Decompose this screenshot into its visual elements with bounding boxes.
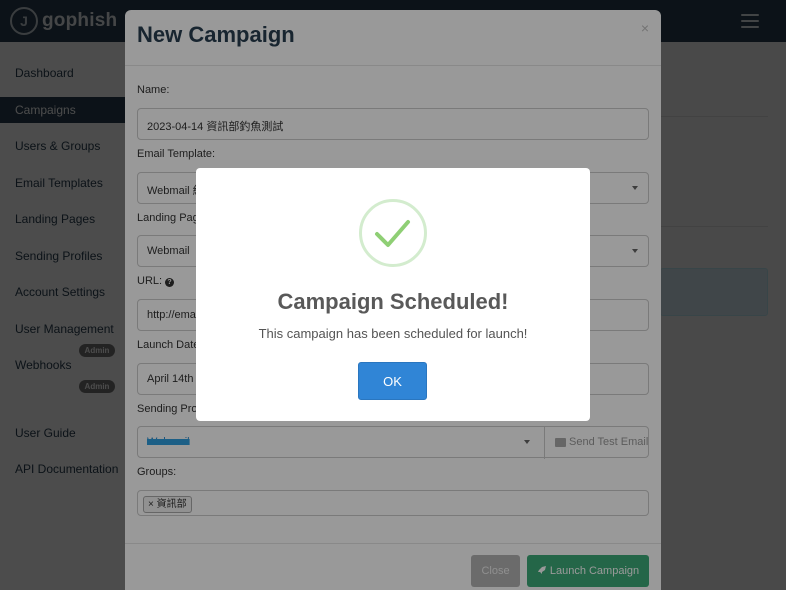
alert-text: This campaign has been scheduled for lau…	[258, 326, 528, 341]
alert-title: Campaign Scheduled!	[277, 289, 509, 314]
ok-button[interactable]: OK	[358, 362, 427, 400]
success-check-icon	[359, 199, 427, 267]
success-alert-dialog: Campaign Scheduled! This campaign has be…	[196, 168, 590, 421]
